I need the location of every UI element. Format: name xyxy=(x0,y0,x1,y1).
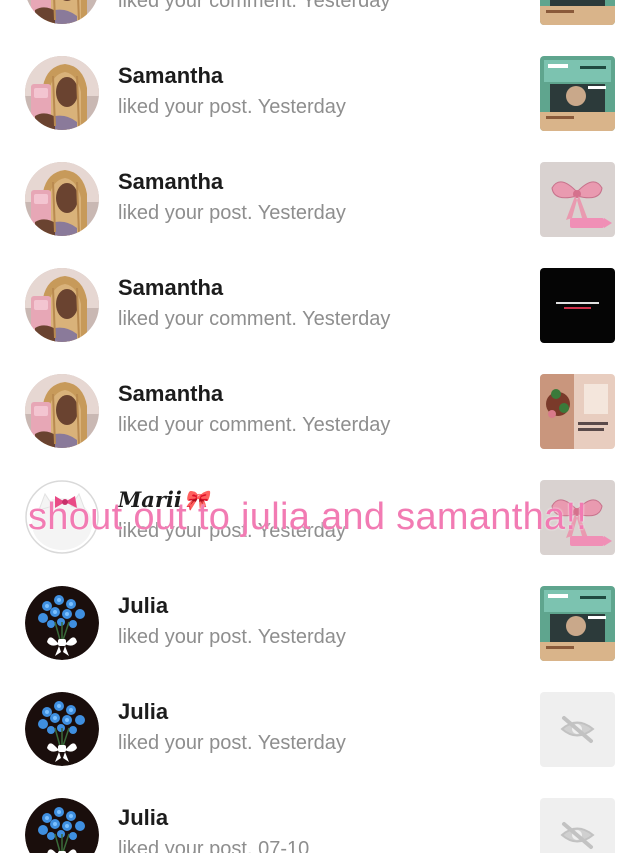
notification-text: liked your post. 07-10 xyxy=(118,838,309,853)
overlay-caption: shout out to julia and samantha!! xyxy=(28,496,588,538)
notification-row[interactable]: Samantha liked your post. Yesterday xyxy=(0,146,640,252)
blue-flowers-avatar[interactable] xyxy=(25,692,99,766)
timestamp: Yesterday xyxy=(257,202,346,224)
username-text: Julia xyxy=(118,699,169,724)
thumbnail-image xyxy=(540,56,615,131)
action-text: liked your comment. xyxy=(118,0,297,12)
post-thumbnail[interactable] xyxy=(540,0,615,25)
notification-text: liked your comment. Yesterday xyxy=(118,308,390,331)
timestamp: Yesterday xyxy=(302,414,391,436)
thumbnail-image xyxy=(540,374,615,449)
notification-text: liked your post. Yesterday xyxy=(118,202,346,225)
post-thumbnail[interactable] xyxy=(540,374,615,449)
blue-flowers-avatar[interactable] xyxy=(25,798,99,853)
notification-row[interactable]: Samantha liked your comment. Yesterday xyxy=(0,358,640,464)
notification-text: liked your comment. Yesterday xyxy=(118,414,390,437)
blue-flowers-avatar[interactable] xyxy=(25,586,99,660)
notification-row[interactable]: Samantha liked your comment. Yesterday xyxy=(0,252,640,358)
hidden-eye-icon xyxy=(540,692,615,767)
username[interactable]: Samantha xyxy=(118,169,223,195)
username-text: Samantha xyxy=(118,275,224,300)
samantha-avatar[interactable] xyxy=(25,162,99,236)
timestamp: Yesterday xyxy=(302,308,391,330)
username[interactable]: Julia xyxy=(118,805,168,831)
notification-row[interactable]: Julia liked your post. Yesterday xyxy=(0,570,640,676)
thumbnail-image xyxy=(540,586,615,661)
username-text: Julia xyxy=(118,593,169,618)
action-text: liked your post. xyxy=(118,96,253,118)
timestamp: Yesterday xyxy=(257,626,346,648)
action-text: liked your comment. xyxy=(118,414,297,436)
post-thumbnail[interactable] xyxy=(540,586,615,661)
action-text: liked your post. xyxy=(118,732,253,754)
action-text: liked your post. xyxy=(118,626,253,648)
notification-text: liked your post. Yesterday xyxy=(118,732,346,755)
post-thumbnail[interactable] xyxy=(540,268,615,343)
action-text: liked your post. xyxy=(118,838,253,853)
timestamp: Yesterday xyxy=(257,96,346,118)
samantha-avatar[interactable] xyxy=(25,268,99,342)
timestamp: Yesterday xyxy=(302,0,391,12)
action-text: liked your post. xyxy=(118,202,253,224)
timestamp: Yesterday xyxy=(257,732,346,754)
username-text: Samantha xyxy=(118,169,224,194)
post-thumbnail[interactable] xyxy=(540,162,615,237)
notification-text: liked your post. Yesterday xyxy=(118,96,346,119)
thumbnail-image xyxy=(540,0,615,25)
hidden-post-thumbnail[interactable] xyxy=(540,798,615,853)
timestamp: 07-10 xyxy=(258,838,310,853)
samantha-avatar[interactable] xyxy=(25,56,99,130)
notification-text: liked your post. Yesterday xyxy=(118,626,346,649)
notification-row[interactable]: Julia liked your post. Yesterday xyxy=(0,676,640,782)
notifications-screen: liked your comment. Yesterday Samantha li… xyxy=(0,0,640,853)
username[interactable]: Samantha xyxy=(118,381,223,407)
username[interactable]: Julia xyxy=(118,593,168,619)
username[interactable]: Samantha xyxy=(118,275,223,301)
notification-row[interactable]: Julia liked your post. 07-10 xyxy=(0,782,640,853)
username[interactable]: Julia xyxy=(118,699,168,725)
hidden-post-thumbnail[interactable] xyxy=(540,692,615,767)
action-text: liked your comment. xyxy=(118,308,297,330)
notification-list: liked your comment. Yesterday Samantha li… xyxy=(0,0,640,853)
post-thumbnail[interactable] xyxy=(540,56,615,131)
hidden-eye-icon xyxy=(540,798,615,853)
thumbnail-image xyxy=(540,268,615,343)
username-text: Samantha xyxy=(118,381,224,406)
notification-row[interactable]: Samantha liked your post. Yesterday xyxy=(0,40,640,146)
username[interactable]: Samantha xyxy=(118,63,223,89)
notification-text: liked your comment. Yesterday xyxy=(118,0,390,13)
username-text: Julia xyxy=(118,805,169,830)
samantha-avatar[interactable] xyxy=(25,374,99,448)
username-text: Samantha xyxy=(118,63,224,88)
notification-row[interactable]: liked your comment. Yesterday xyxy=(0,0,640,40)
thumbnail-image xyxy=(540,162,615,237)
samantha-avatar[interactable] xyxy=(25,0,99,24)
